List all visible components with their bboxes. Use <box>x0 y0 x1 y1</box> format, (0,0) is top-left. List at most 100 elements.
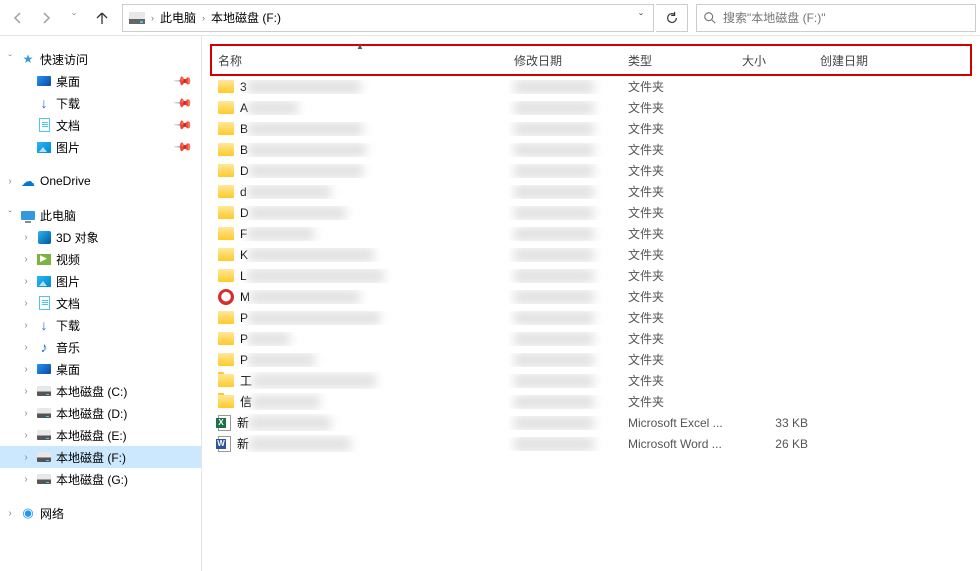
sidebar-drive-c[interactable]: › 本地磁盘 (C:) <box>0 380 201 402</box>
desktop-icon <box>37 364 51 374</box>
chevron-right-icon[interactable]: › <box>202 13 205 23</box>
column-header-date[interactable]: 修改日期 <box>508 46 622 74</box>
file-row[interactable]: P 文件夹 <box>212 349 970 370</box>
sidebar-documents-pc[interactable]: › 文档 <box>0 292 201 314</box>
chevron-right-icon[interactable]: › <box>20 408 32 419</box>
file-type-cell: 文件夹 <box>622 162 736 179</box>
sidebar-item-label: 本地磁盘 (D:) <box>56 405 201 422</box>
sidebar-item-label: 桌面 <box>56 361 201 378</box>
chevron-right-icon[interactable]: › <box>20 298 32 309</box>
folder-icon <box>218 206 234 219</box>
file-row[interactable]: D 文件夹 <box>212 160 970 181</box>
file-date-cell <box>508 227 622 241</box>
file-list[interactable]: 3 文件夹A 文件夹B 文件夹B 文件夹D 文件夹d 文件夹D 文件夹F 文件夹… <box>202 76 980 571</box>
file-row[interactable]: B 文件夹 <box>212 139 970 160</box>
chevron-right-icon[interactable]: › <box>20 430 32 441</box>
file-row[interactable]: B 文件夹 <box>212 118 970 139</box>
file-type-cell: 文件夹 <box>622 204 736 221</box>
folder-icon <box>218 374 234 387</box>
sidebar-videos[interactable]: › 视频 <box>0 248 201 270</box>
file-date-cell <box>508 374 622 388</box>
file-type-cell: 文件夹 <box>622 99 736 116</box>
file-type-cell: 文件夹 <box>622 141 736 158</box>
sidebar-drive-d[interactable]: › 本地磁盘 (D:) <box>0 402 201 424</box>
chevron-down-icon[interactable]: ˇ <box>4 210 16 221</box>
file-row[interactable]: F 文件夹 <box>212 223 970 244</box>
file-row[interactable]: 工 文件夹 <box>212 370 970 391</box>
chevron-down-icon[interactable]: ˇ <box>4 54 16 65</box>
file-row[interactable]: d 文件夹 <box>212 181 970 202</box>
breadcrumb-current[interactable]: 本地磁盘 (F:) <box>207 5 285 31</box>
chevron-right-icon[interactable]: › <box>20 276 32 287</box>
sidebar-drive-e[interactable]: › 本地磁盘 (E:) <box>0 424 201 446</box>
refresh-button[interactable] <box>656 4 688 32</box>
sidebar-quick-access[interactable]: ˇ 快速访问 <box>0 48 201 70</box>
sidebar-this-pc[interactable]: ˇ 此电脑 <box>0 204 201 226</box>
sidebar-music[interactable]: › 音乐 <box>0 336 201 358</box>
sidebar-pictures[interactable]: 图片 📌 <box>0 136 201 158</box>
address-dropdown-icon[interactable]: ˇ <box>631 11 651 25</box>
nav-up-button[interactable] <box>88 4 116 32</box>
sidebar-item-label: 快速访问 <box>40 51 201 68</box>
file-name-text: M <box>240 290 502 304</box>
sidebar-downloads[interactable]: 下载 📌 <box>0 92 201 114</box>
column-header-type[interactable]: 类型 <box>622 46 736 74</box>
sidebar-desktop[interactable]: 桌面 📌 <box>0 70 201 92</box>
file-row[interactable]: L 文件夹 <box>212 265 970 286</box>
chevron-right-icon[interactable]: › <box>20 254 32 265</box>
file-type-cell: 文件夹 <box>622 372 736 389</box>
sidebar-onedrive[interactable]: › OneDrive <box>0 170 201 192</box>
column-header-created[interactable]: 创建日期 <box>814 46 970 74</box>
nav-forward-button[interactable] <box>32 4 60 32</box>
sidebar-documents[interactable]: 文档 📌 <box>0 114 201 136</box>
chevron-right-icon[interactable]: › <box>20 232 32 243</box>
file-row[interactable]: P 文件夹 <box>212 328 970 349</box>
chevron-right-icon[interactable]: › <box>20 386 32 397</box>
search-box[interactable] <box>696 4 976 32</box>
sidebar-drive-g[interactable]: › 本地磁盘 (G:) <box>0 468 201 490</box>
file-row[interactable]: 新 Microsoft Excel ...33 KB <box>212 412 970 433</box>
file-row[interactable]: 3 文件夹 <box>212 76 970 97</box>
search-input[interactable] <box>723 11 969 25</box>
folder-icon <box>218 185 234 198</box>
documents-icon <box>39 118 50 132</box>
file-type-cell: 文件夹 <box>622 330 736 347</box>
breadcrumb-this-pc[interactable]: 此电脑 <box>156 5 200 31</box>
file-name-cell: L <box>212 269 508 283</box>
chevron-right-icon[interactable]: › <box>20 320 32 331</box>
chevron-right-icon[interactable]: › <box>151 13 154 23</box>
file-name-text: 信 <box>240 393 502 410</box>
documents-icon <box>39 296 50 310</box>
chevron-right-icon[interactable]: › <box>4 176 16 187</box>
chevron-right-icon[interactable]: › <box>20 342 32 353</box>
chevron-right-icon[interactable]: › <box>4 508 16 519</box>
sidebar-3d-objects[interactable]: › 3D 对象 <box>0 226 201 248</box>
folder-icon <box>218 143 234 156</box>
column-header-name[interactable]: 名称 ▲ <box>212 46 508 74</box>
file-name-text: F <box>240 227 502 241</box>
file-row[interactable]: P 文件夹 <box>212 307 970 328</box>
chevron-right-icon[interactable]: › <box>20 452 32 463</box>
file-row[interactable]: 新 Microsoft Word ...26 KB <box>212 433 970 454</box>
sidebar-desktop-pc[interactable]: › 桌面 <box>0 358 201 380</box>
sidebar-downloads-pc[interactable]: › 下载 <box>0 314 201 336</box>
sidebar-pictures-pc[interactable]: › 图片 <box>0 270 201 292</box>
column-header-size[interactable]: 大小 <box>736 46 814 74</box>
file-type-cell: 文件夹 <box>622 267 736 284</box>
folder-icon <box>218 311 234 324</box>
file-row[interactable]: D 文件夹 <box>212 202 970 223</box>
chevron-right-icon[interactable]: › <box>20 474 32 485</box>
chevron-right-icon[interactable]: › <box>20 364 32 375</box>
file-row[interactable]: K 文件夹 <box>212 244 970 265</box>
file-row[interactable]: 信 文件夹 <box>212 391 970 412</box>
address-bar[interactable]: › 此电脑 › 本地磁盘 (F:) ˇ <box>122 4 654 32</box>
file-row[interactable]: A 文件夹 <box>212 97 970 118</box>
file-name-text: P <box>240 311 502 325</box>
nav-back-button[interactable] <box>4 4 32 32</box>
sidebar-network[interactable]: › 网络 <box>0 502 201 524</box>
file-name-cell: d <box>212 185 508 199</box>
nav-recent-dropdown[interactable]: ˇ <box>60 4 88 32</box>
file-row[interactable]: ⬤M 文件夹 <box>212 286 970 307</box>
sidebar-drive-f[interactable]: › 本地磁盘 (F:) <box>0 446 201 468</box>
drive-icon <box>37 408 51 418</box>
